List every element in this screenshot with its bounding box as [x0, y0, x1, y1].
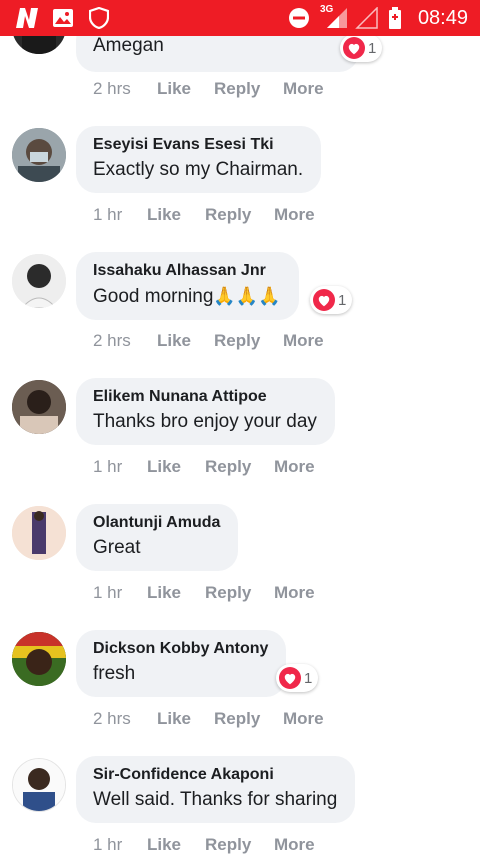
comment-bubble[interactable]: Sir-Confidence Akaponi Well said. Thanks… [76, 756, 356, 823]
comment-text: Good morning🙏🙏🙏 [93, 283, 281, 310]
avatar[interactable] [12, 128, 66, 182]
more-button[interactable]: More [283, 709, 324, 729]
do-not-disturb-icon [288, 7, 310, 29]
more-button[interactable]: More [274, 205, 315, 225]
comment-author[interactable]: Elikem Nunana Attipoe [93, 387, 317, 407]
signal-empty-icon [355, 7, 379, 29]
avatar[interactable] [12, 254, 66, 308]
like-button[interactable]: Like [147, 205, 181, 225]
comment-bubble[interactable]: Dickson Kobby Antony fresh [76, 630, 287, 697]
reply-button[interactable]: Reply [214, 79, 260, 99]
praying-hands-emoji: 🙏🙏🙏 [213, 286, 281, 306]
avatar[interactable] [12, 506, 66, 560]
comment-author[interactable]: Dickson Kobby Antony [93, 639, 268, 659]
gallery-icon [52, 7, 74, 29]
status-bar: 3G 08:49 [0, 0, 480, 36]
heart-icon [343, 37, 365, 59]
clock: 08:49 [417, 7, 468, 29]
comment-time[interactable]: 2 hrs [93, 331, 131, 351]
more-button[interactable]: More [274, 457, 315, 477]
battery-icon [388, 7, 402, 29]
reaction-count: 1 [368, 39, 377, 57]
like-button[interactable]: Like [147, 835, 181, 855]
reply-button[interactable]: Reply [205, 205, 251, 225]
comment-bubble[interactable]: Olantunji Amuda Great [76, 504, 239, 571]
signal-icon [325, 7, 349, 29]
comment-text-body: Good morning [93, 286, 214, 307]
reply-button[interactable]: Reply [214, 709, 260, 729]
comment-time[interactable]: 2 hrs [93, 79, 131, 99]
reaction-badge[interactable]: 1 [310, 286, 353, 314]
comment-text: fresh [93, 663, 136, 684]
reply-button[interactable]: Reply [205, 583, 251, 603]
shield-icon [89, 7, 109, 29]
reply-button[interactable]: Reply [214, 331, 260, 351]
avatar[interactable] [12, 758, 66, 812]
like-button[interactable]: Like [147, 457, 181, 477]
reaction-count: 1 [338, 291, 347, 309]
comment-author[interactable]: Olantunji Amuda [93, 513, 220, 533]
comment-bubble[interactable]: Eseyisi Evans Esesi Tki Exactly so my Ch… [76, 126, 322, 193]
like-button[interactable]: Like [157, 331, 191, 351]
like-button[interactable]: Like [157, 79, 191, 99]
comment-time[interactable]: 1 hr [93, 583, 122, 603]
avatar[interactable] [12, 632, 66, 686]
heart-icon [313, 289, 335, 311]
comment-text: Great [93, 537, 141, 558]
comment-text: Well said. Thanks for sharing [93, 789, 338, 810]
reply-button[interactable]: Reply [205, 835, 251, 855]
reaction-badge[interactable]: 1 [276, 664, 319, 692]
comment-bubble[interactable]: Issahaku Alhassan Jnr Good morning🙏🙏🙏 [76, 252, 299, 320]
comment-time[interactable]: 1 hr [93, 835, 122, 855]
more-button[interactable]: More [283, 331, 324, 351]
comment-time[interactable]: 1 hr [93, 457, 122, 477]
comment-author[interactable]: Eseyisi Evans Esesi Tki [93, 135, 303, 155]
comment-time[interactable]: 1 hr [93, 205, 122, 225]
reply-button[interactable]: Reply [205, 457, 251, 477]
comment-author[interactable]: Sir-Confidence Akaponi [93, 765, 337, 785]
comment-bubble[interactable]: Elikem Nunana Attipoe Thanks bro enjoy y… [76, 378, 335, 445]
comment-text: Exactly so my Chairman. [93, 159, 304, 180]
reaction-badge[interactable]: 1 [340, 34, 383, 62]
comment-time[interactable]: 2 hrs [93, 709, 131, 729]
avatar[interactable] [12, 380, 66, 434]
heart-icon [279, 667, 301, 689]
comment-list: Amegan 1 2 hrs Like Reply More Eseyisi E… [0, 0, 480, 854]
more-button[interactable]: More [283, 79, 324, 99]
comment-author[interactable]: Issahaku Alhassan Jnr [93, 261, 281, 281]
comment-text: Thanks bro enjoy your day [93, 411, 317, 432]
like-button[interactable]: Like [147, 583, 181, 603]
more-button[interactable]: More [274, 835, 315, 855]
like-button[interactable]: Like [157, 709, 191, 729]
news-app-icon [14, 7, 40, 29]
reaction-count: 1 [304, 669, 313, 687]
comment-text: Amegan [93, 35, 164, 56]
more-button[interactable]: More [274, 583, 315, 603]
